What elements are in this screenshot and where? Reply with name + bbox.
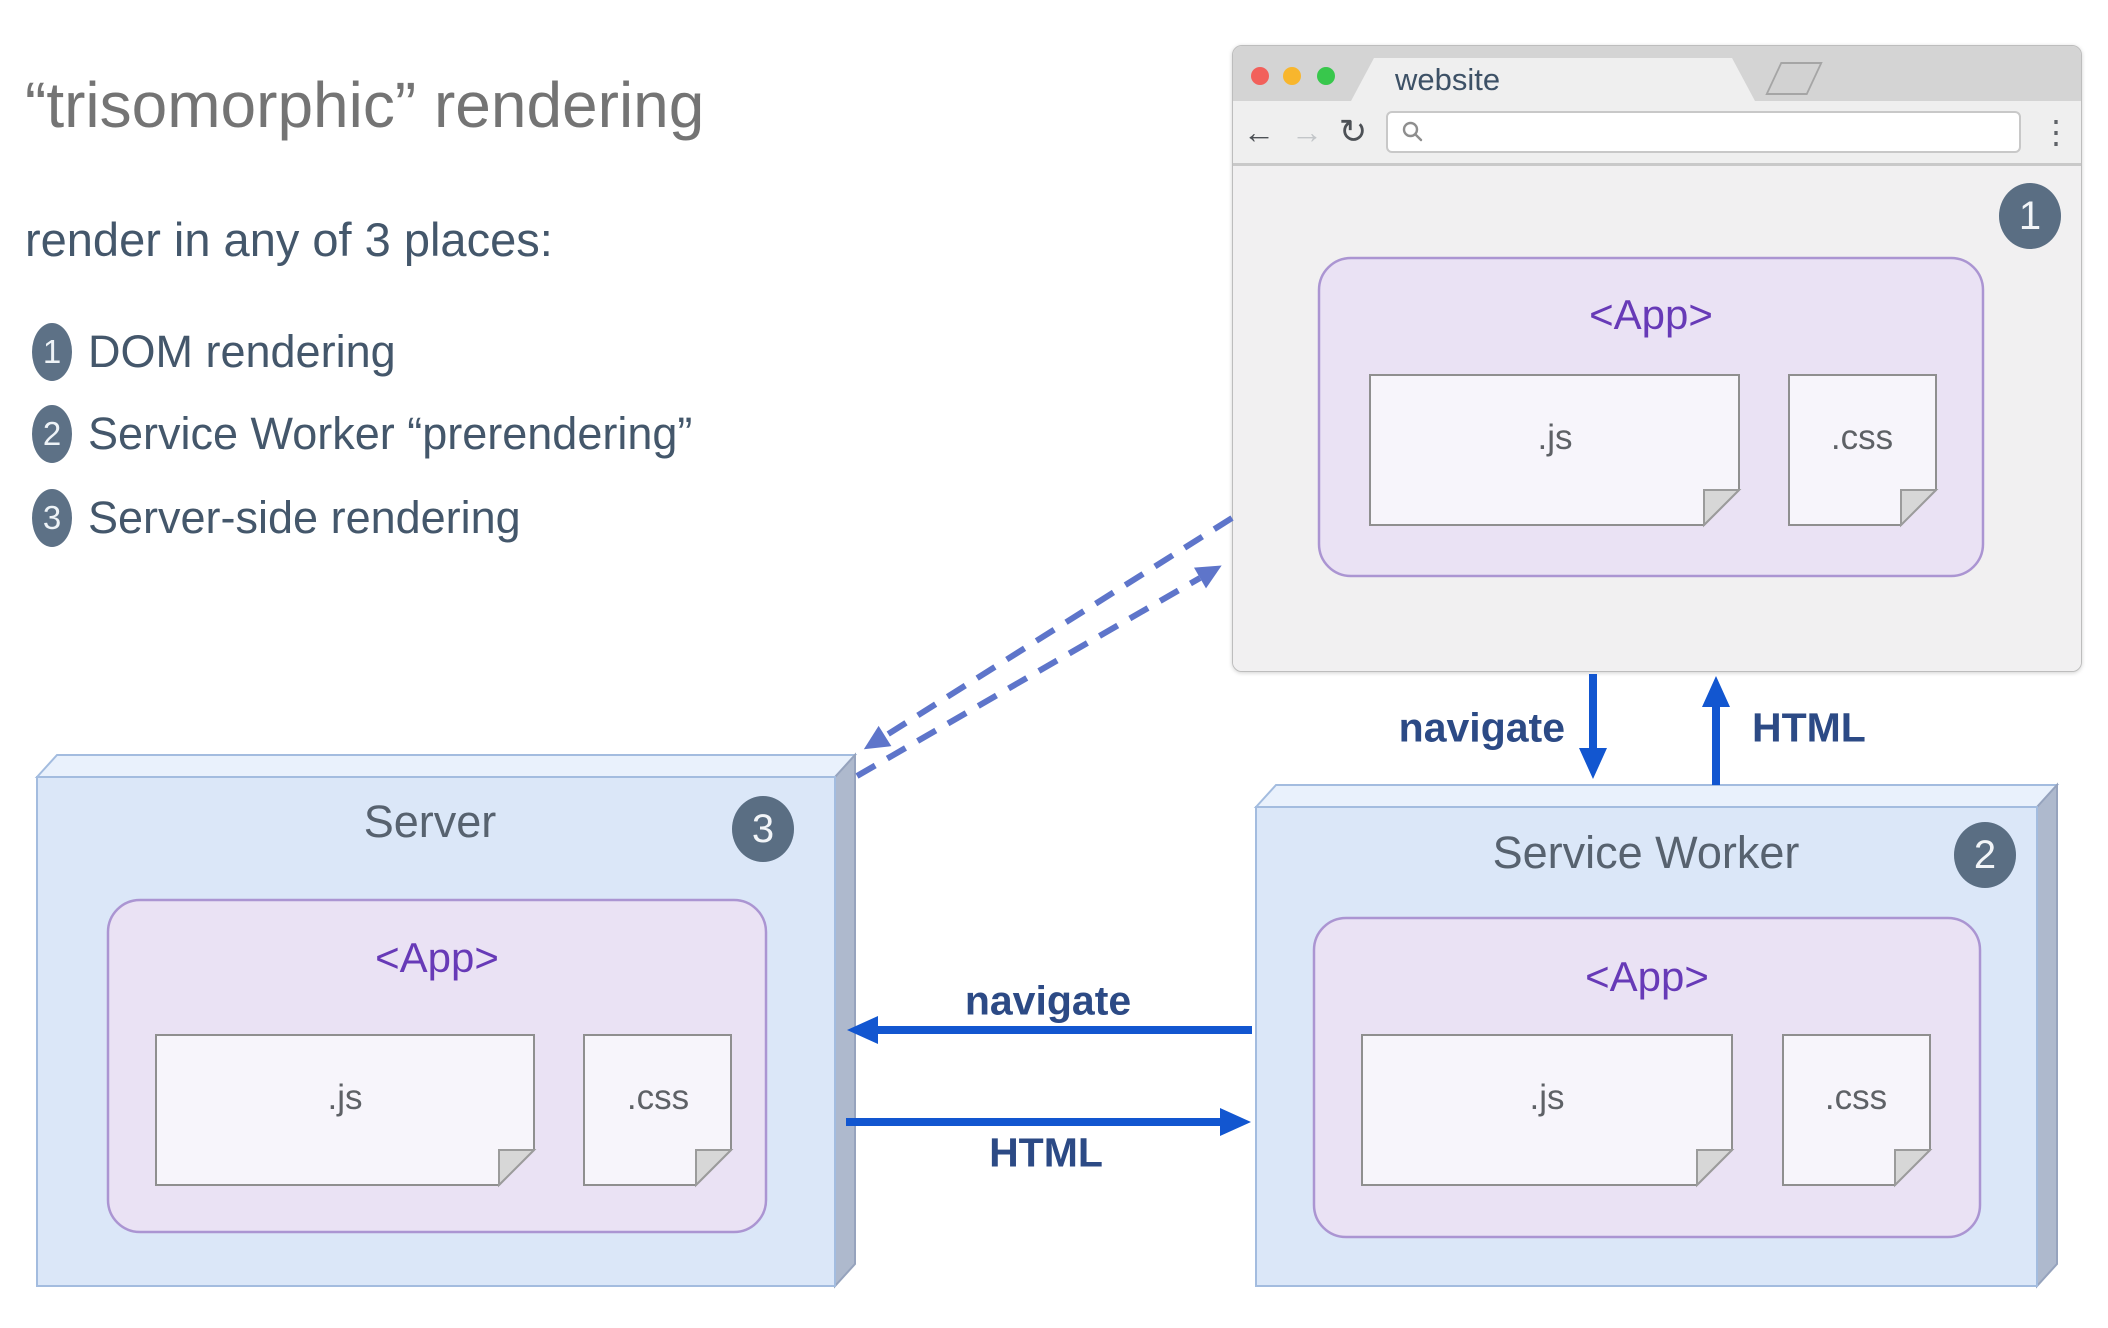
app-tag-label: <App>: [1585, 953, 1709, 1000]
subtitle: render in any of 3 places:: [25, 213, 553, 266]
traffic-light-minimize-icon[interactable]: [1283, 67, 1301, 85]
back-icon[interactable]: ←: [1239, 101, 1279, 163]
server-to-browser-dashed-arrow: [855, 565, 1222, 779]
list-number-badge: 3: [32, 489, 72, 547]
list-number-badge: 2: [32, 405, 72, 463]
js-file-label: .js: [1529, 1078, 1565, 1117]
list-item: 1 DOM rendering: [32, 323, 396, 381]
server-number-badge: 3: [732, 796, 794, 862]
js-file-label: .js: [327, 1078, 363, 1117]
browser-tab[interactable]: website: [1351, 58, 1755, 101]
menu-icon[interactable]: ⋮: [2036, 101, 2076, 163]
new-tab-button[interactable]: [1765, 62, 1823, 95]
html-flow-label: HTML: [1752, 704, 1866, 751]
reload-icon[interactable]: ↻: [1333, 101, 1373, 163]
app-tag-label: <App>: [1589, 291, 1713, 338]
list-item-label: Server-side rendering: [88, 492, 521, 543]
service-worker-title: Service Worker: [1492, 827, 1800, 878]
slide: “trisomorphic” rendering render in any o…: [0, 0, 2108, 1328]
list-item: 3 Server-side rendering: [32, 489, 521, 547]
list-item-label: DOM rendering: [88, 326, 396, 377]
browser-toolbar: ← → ↻ ⋮: [1233, 101, 2081, 166]
traffic-light-zoom-icon[interactable]: [1317, 67, 1335, 85]
browser-tab-bar: website: [1233, 46, 2081, 101]
server-title: Server: [363, 796, 497, 847]
css-file-label: .css: [626, 1078, 690, 1117]
html-flow-label: HTML: [989, 1129, 1103, 1176]
navigate-flow-label: navigate: [1398, 704, 1565, 751]
traffic-light-close-icon[interactable]: [1251, 67, 1269, 85]
browser-to-server-dashed-arrow: [863, 515, 1234, 750]
tab-title: website: [1395, 61, 1501, 97]
service-worker-number-badge: 2: [1954, 822, 2016, 888]
app-tag-label: <App>: [375, 934, 499, 981]
page-title: “trisomorphic” rendering: [25, 69, 705, 141]
forward-icon[interactable]: →: [1287, 101, 1327, 163]
list-number-badge: 1: [32, 323, 72, 381]
search-icon: [1402, 121, 1423, 142]
browser-viewport: [1233, 166, 2081, 671]
list-item-label: Service Worker “prerendering”: [88, 408, 693, 459]
css-file-label: .css: [1824, 1078, 1888, 1117]
js-file-label: .js: [1537, 418, 1573, 457]
browser-window: website ← → ↻ ⋮: [1232, 45, 2082, 672]
browser-number-badge: 1: [1999, 183, 2061, 249]
css-file-label: .css: [1830, 418, 1894, 457]
url-bar[interactable]: [1386, 111, 2021, 153]
list-item: 2 Service Worker “prerendering”: [32, 405, 692, 463]
navigate-flow-label: navigate: [964, 977, 1132, 1024]
